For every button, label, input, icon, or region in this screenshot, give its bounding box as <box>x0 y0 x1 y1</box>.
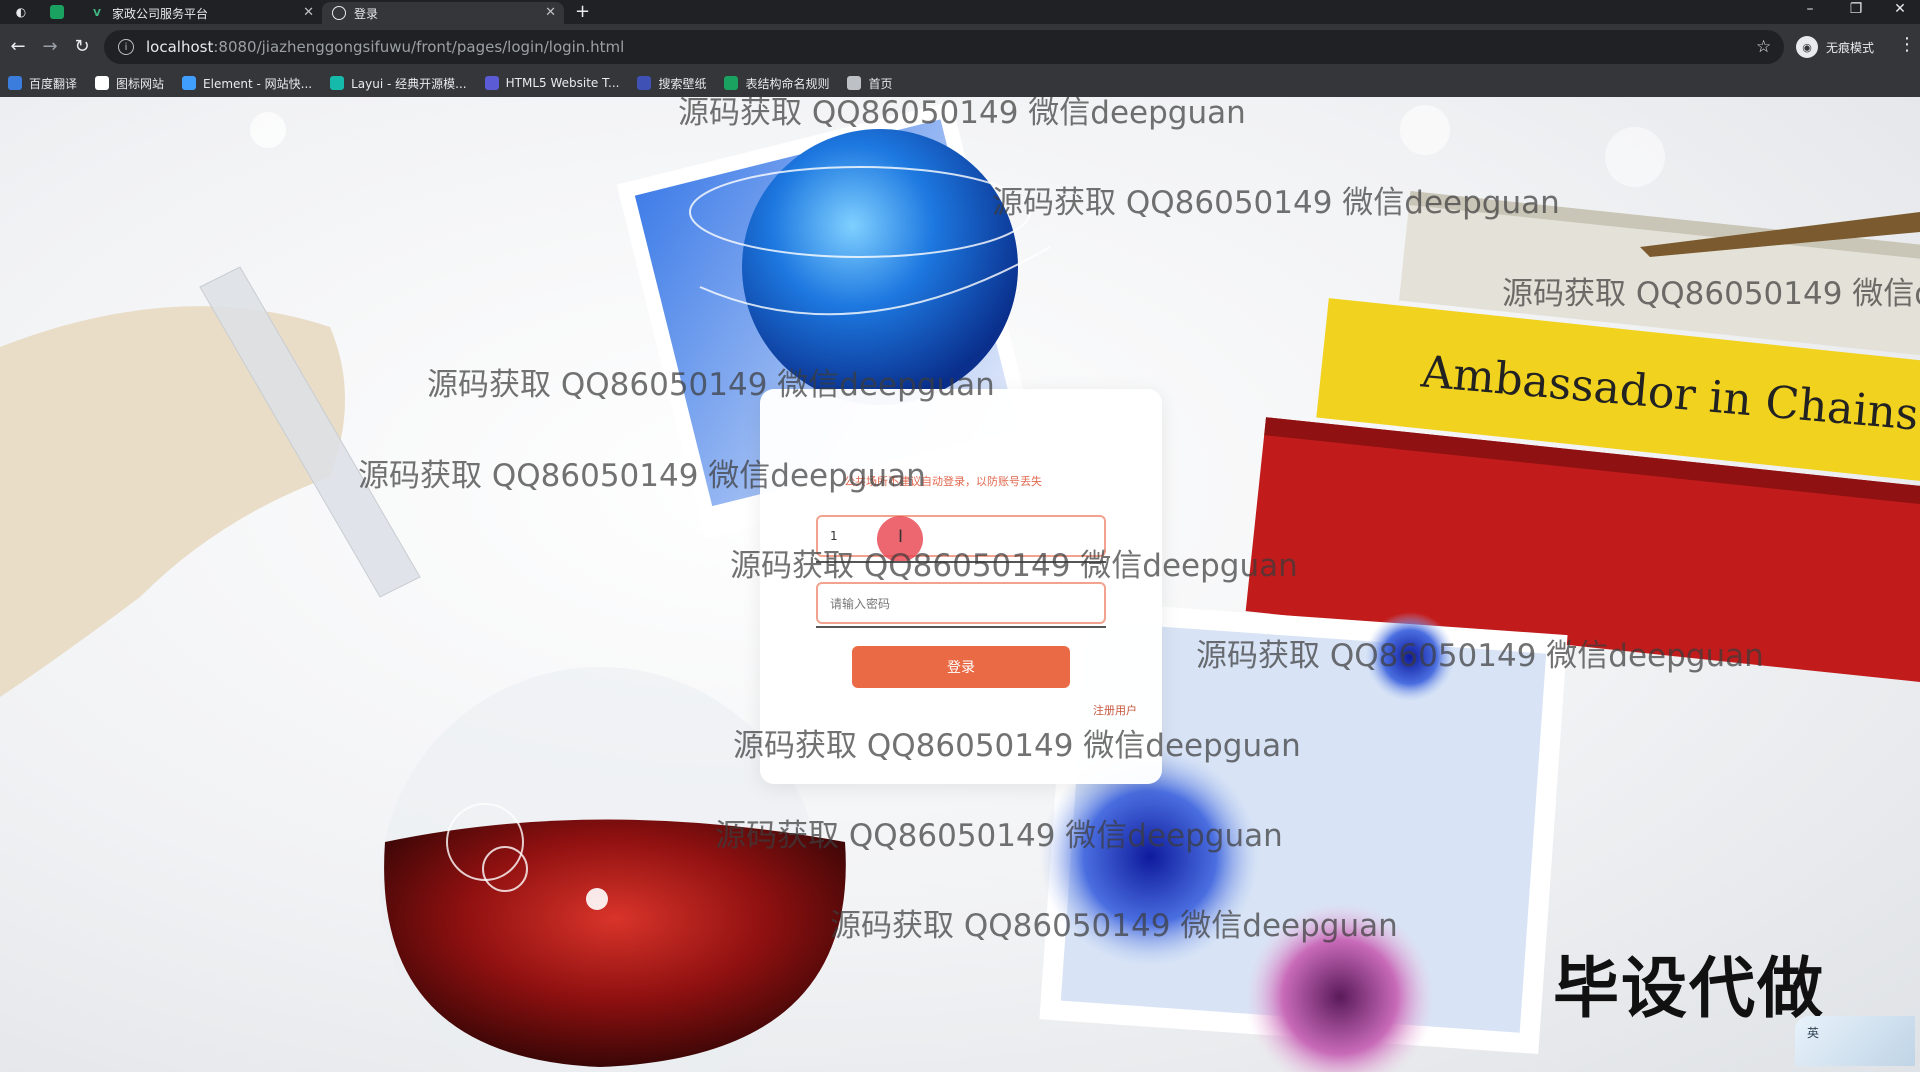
bookmark-label: 百度翻译 <box>29 76 78 91</box>
globe-icon <box>332 6 346 20</box>
vue-icon: V <box>93 7 101 19</box>
back-button[interactable]: ← <box>6 34 30 58</box>
watermark: 源码获取 QQ86050149 微信deepguan <box>730 548 1298 584</box>
password-underline <box>816 626 1106 628</box>
watermark: 源码获取 QQ86050149 微信deepguan <box>1196 638 1764 674</box>
login-page: Ambassador in Chains 公共场所不建议自动登录，以防账号丢失 … <box>0 97 1920 1072</box>
close-icon[interactable]: ✕ <box>303 5 314 20</box>
bookmark-item[interactable]: 搜索壁纸 <box>637 75 706 92</box>
bookmark-label: HTML5 Website T... <box>505 76 620 90</box>
tab-bar: ◐ V 家政公司服务平台 ✕ 登录 ✕ + – ❐ ✕ <box>0 0 1920 24</box>
wallpaper-icon <box>637 76 652 90</box>
flag-icon <box>95 76 110 90</box>
password-input[interactable]: 请输入密码 <box>816 582 1106 624</box>
ime-label: 英 <box>1807 1026 1820 1040</box>
table-icon <box>724 76 739 90</box>
ime-indicator[interactable]: 英 <box>1795 1016 1915 1066</box>
bookmark-item[interactable]: 百度翻译 <box>8 75 77 92</box>
watermark: 源码获取 QQ86050149 微信deepguan <box>992 185 1560 221</box>
bookmark-item[interactable]: Element - 网站快... <box>182 75 312 92</box>
watermark: 源码获取 QQ86050149 微信deepguan <box>427 367 995 403</box>
pinned-tab-sheet-icon[interactable] <box>50 5 64 19</box>
tab-label: 家政公司服务平台 <box>112 6 209 21</box>
watermark: 源码获取 QQ86050149 微信deepguan <box>830 908 1398 944</box>
bookmark-label: 搜索壁纸 <box>658 76 707 91</box>
login-button[interactable]: 登录 <box>852 646 1070 688</box>
pinned-tab-globe-icon[interactable]: ◐ <box>12 3 30 21</box>
bookmark-item[interactable]: 表结构命名规则 <box>724 75 829 92</box>
watermark: 源码获取 QQ86050149 微信deepguan <box>1502 276 1920 312</box>
tab-label: 登录 <box>354 6 379 21</box>
watermark: 源码获取 QQ86050149 微信deepguan <box>733 728 1301 764</box>
globe-icon <box>847 76 862 90</box>
minimize-button[interactable]: – <box>1790 1 1830 17</box>
restore-button[interactable]: ❐ <box>1836 1 1876 17</box>
bookmark-label: 首页 <box>868 76 893 91</box>
incognito-label: 无痕模式 <box>1826 40 1875 55</box>
bookmark-label: Layui - 经典开源模... <box>351 76 467 91</box>
element-icon <box>182 76 197 90</box>
url-host: localhost <box>146 38 214 56</box>
translate-icon <box>8 76 22 90</box>
register-link[interactable]: 注册用户 <box>1093 702 1137 718</box>
watermark: 源码获取 QQ86050149 微信deepguan <box>358 458 926 494</box>
new-tab-button[interactable]: + <box>575 1 590 22</box>
address-bar[interactable]: i localhost :8080/jiazhenggongsifuwu/fro… <box>104 30 1784 64</box>
bookmark-star-icon[interactable]: ☆ <box>1756 37 1771 57</box>
url-path: :8080/jiazhenggongsifuwu/front/pages/log… <box>213 38 625 56</box>
incognito-indicator[interactable]: ◉ 无痕模式 <box>1796 36 1874 58</box>
incognito-icon: ◉ <box>1796 36 1818 58</box>
bookmark-item[interactable]: HTML5 Website T... <box>484 76 620 90</box>
close-window-button[interactable]: ✕ <box>1880 1 1920 17</box>
info-icon[interactable]: i <box>118 39 134 55</box>
reload-button[interactable]: ↻ <box>70 34 94 58</box>
bookmark-label: 图标网站 <box>116 76 165 91</box>
bookmark-item[interactable]: Layui - 经典开源模... <box>330 75 467 92</box>
bookmark-item[interactable]: 首页 <box>847 75 893 92</box>
forward-button[interactable]: → <box>38 34 62 58</box>
browser-menu-icon[interactable]: ⋮ <box>1898 34 1916 55</box>
ad-text: 毕设代做 <box>1553 950 1825 1027</box>
bookmark-label: Element - 网站快... <box>203 76 313 91</box>
password-placeholder: 请输入密码 <box>830 596 891 611</box>
tab-home[interactable]: V 家政公司服务平台 ✕ <box>80 2 322 24</box>
close-icon[interactable]: ✕ <box>545 5 556 20</box>
bookmark-item[interactable]: 图标网站 <box>95 75 164 92</box>
tab-login[interactable]: 登录 ✕ <box>322 2 564 24</box>
layui-icon <box>330 76 345 90</box>
html5-icon <box>484 76 499 90</box>
bookmarks-bar: 百度翻译 图标网站 Element - 网站快... Layui - 经典开源模...… <box>0 69 1920 97</box>
bookmark-label: 表结构命名规则 <box>745 76 830 91</box>
watermark: 源码获取 QQ86050149 微信deepguan <box>715 818 1283 854</box>
watermark: 源码获取 QQ86050149 微信deepguan <box>678 97 1246 131</box>
browser-toolbar: ← → ↻ i localhost :8080/jiazhenggongsifu… <box>0 24 1920 69</box>
